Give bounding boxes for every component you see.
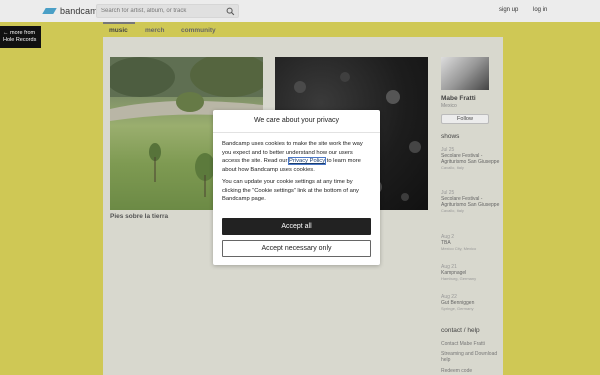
- cookie-consent-dialog: We care about your privacy Bandcamp uses…: [213, 110, 380, 265]
- cookie-paragraph-1: Bandcamp uses cookies to make the site w…: [222, 140, 372, 174]
- cookie-dialog-body: Bandcamp uses cookies to make the site w…: [222, 140, 372, 208]
- cookie-paragraph-2: You can update your cookie settings at a…: [222, 179, 359, 202]
- accept-all-button[interactable]: Accept all: [222, 218, 371, 235]
- cookie-dialog-title: We care about your privacy: [253, 117, 340, 124]
- privacy-policy-link[interactable]: Privacy Policy: [288, 157, 327, 165]
- accept-necessary-button[interactable]: Accept necessary only: [222, 240, 371, 257]
- divider: [213, 132, 380, 133]
